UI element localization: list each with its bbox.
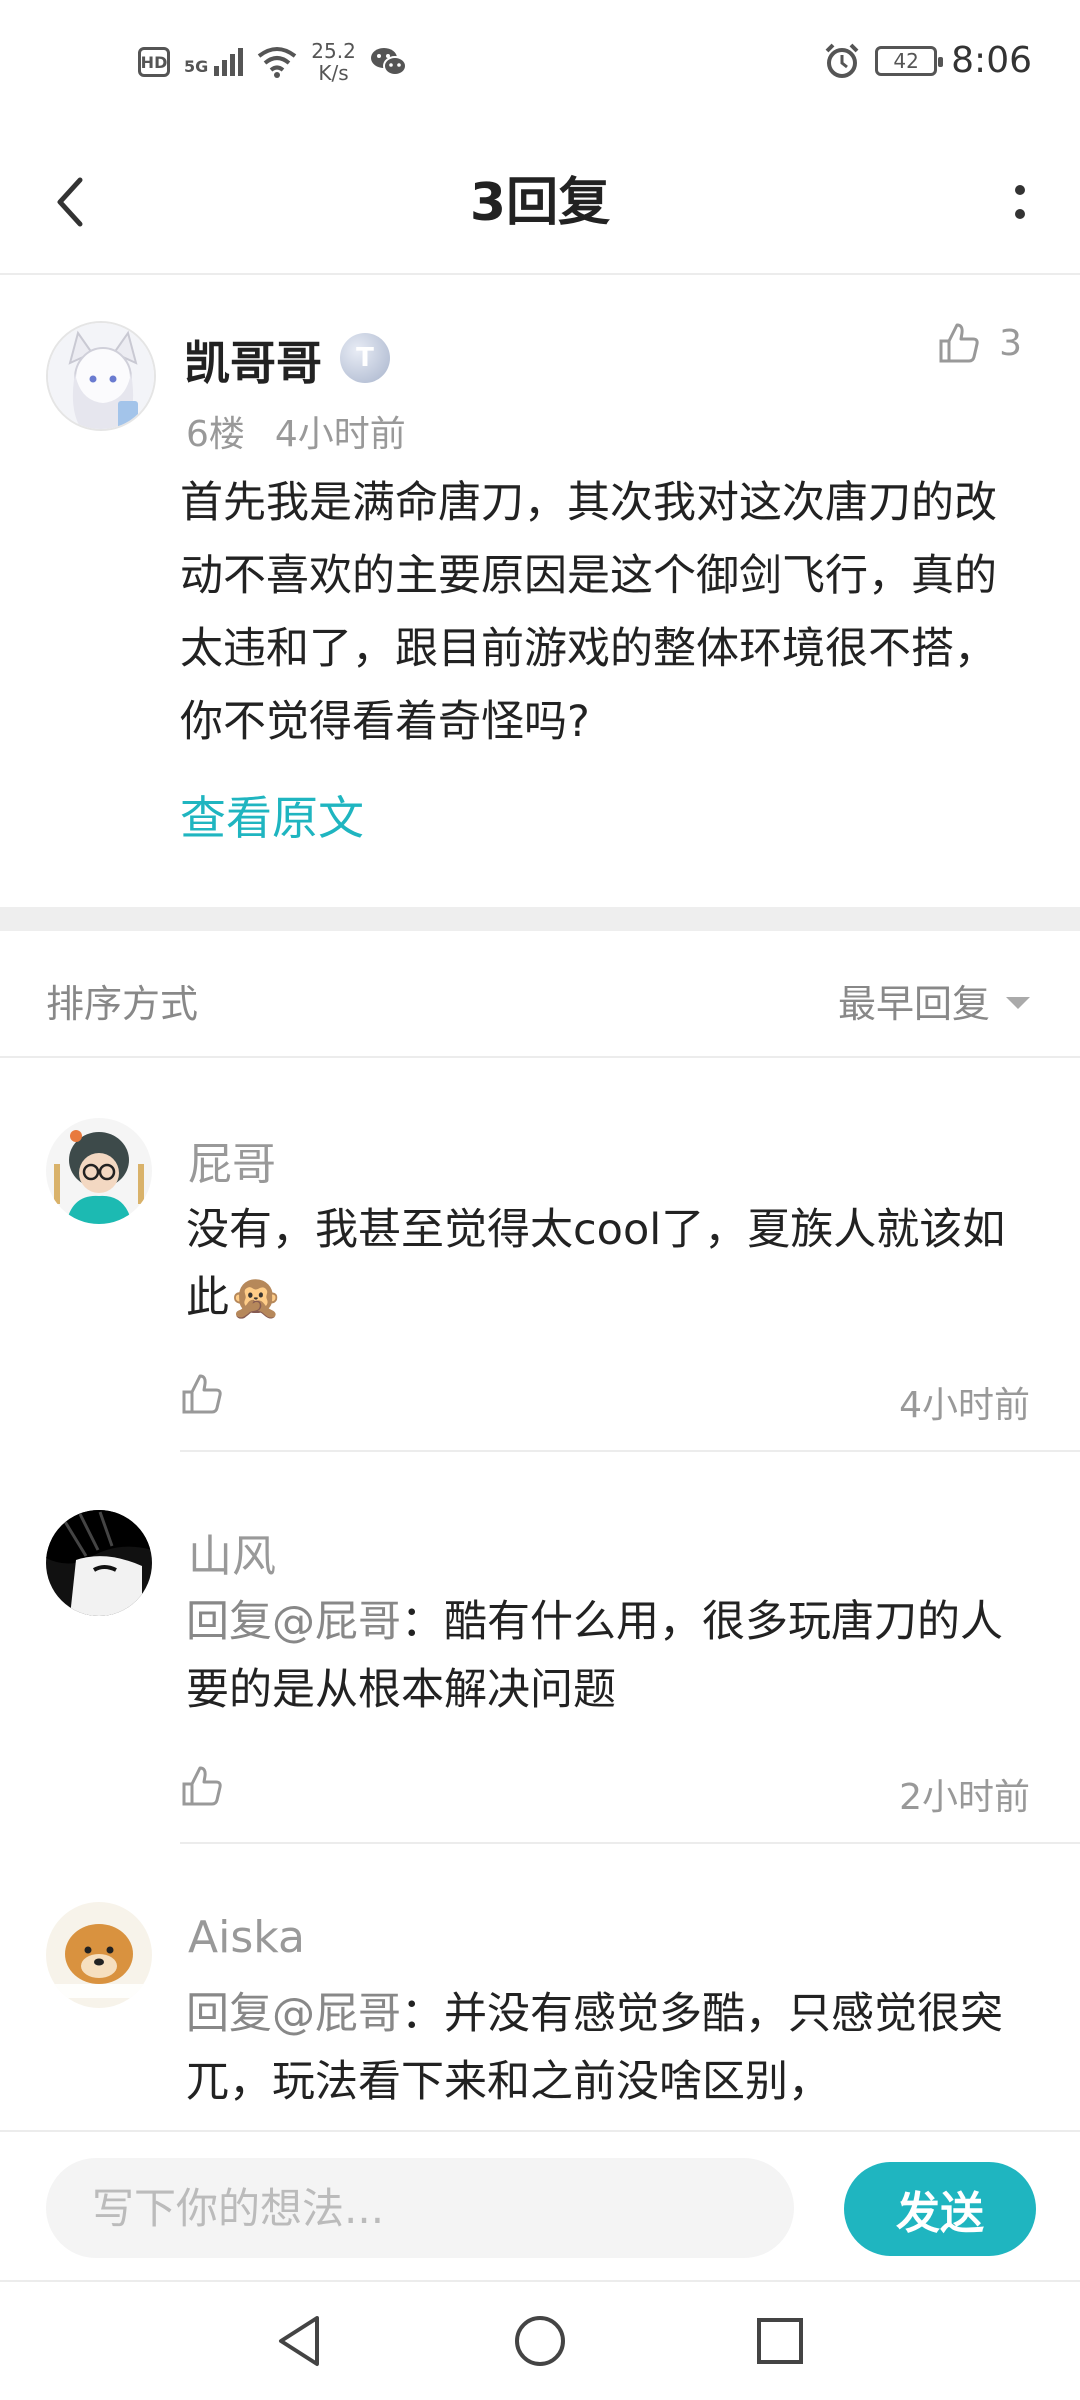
comment-meta: 6楼 4小时前	[186, 405, 406, 457]
thumb-up-icon	[182, 1374, 222, 1414]
wifi-icon	[258, 47, 297, 78]
sort-bar: 排序方式 最早回复	[0, 931, 1080, 1058]
more-button[interactable]	[990, 170, 1050, 234]
reply-time: 2小时前	[899, 1777, 1030, 1818]
title-bar: 3回复	[0, 130, 1080, 275]
nav-back-button[interactable]	[265, 2306, 335, 2376]
hd-icon: HD	[138, 47, 170, 77]
status-left: HD 5G 25.2 K/s	[138, 40, 408, 84]
net-speed-unit: K/s	[318, 61, 349, 85]
avatar-image	[48, 323, 154, 429]
comment-author[interactable]: 凯哥哥	[184, 327, 322, 393]
comment-time: 4小时前	[274, 414, 406, 455]
battery-icon: 42	[875, 45, 944, 76]
thumb-up-icon	[182, 1766, 222, 1806]
net-speed: 25.2 K/s	[311, 40, 356, 84]
net-speed-value: 25.2	[311, 39, 356, 63]
nav-home-button[interactable]	[505, 2306, 575, 2376]
send-button[interactable]: 发送	[844, 2162, 1036, 2256]
reply-item: Aiska 回复@屁哥：并没有感觉多酷，只感觉很突兀，玩法看下来和之前没啥区别，	[0, 1844, 1080, 2130]
comment-composer: 发送	[0, 2130, 1080, 2280]
level-badge: T	[340, 333, 390, 383]
reply-author[interactable]: Aiska	[188, 1912, 305, 1963]
reply-item: 山风 回复@屁哥：酷有什么用，很多玩唐刀的人要的是从根本解决问题 2小时前	[0, 1452, 1080, 1844]
status-right: 42 8:06	[823, 40, 1032, 81]
alarm-icon	[825, 43, 859, 78]
reply-text: 没有，我甚至觉得太cool了，夏族人就该如此🙊	[186, 1205, 1006, 1323]
system-nav-bar	[0, 2280, 1080, 2400]
avatar-image	[46, 1118, 152, 1224]
like-button[interactable]: 3	[937, 321, 1022, 365]
comment-input[interactable]	[46, 2158, 794, 2258]
thumb-up-icon	[939, 323, 979, 363]
nav-recents-icon	[757, 2318, 803, 2364]
sort-dropdown[interactable]: 最早回复	[838, 973, 1030, 1028]
more-vertical-icon	[1015, 185, 1025, 219]
reply-mention[interactable]: 回复@屁哥	[186, 1989, 401, 2039]
comment-text: 首先我是满命唐刀，其次我对这次唐刀的改动不喜欢的主要原因是这个御剑飞行，真的太违…	[180, 478, 997, 747]
wechat-icon	[370, 48, 407, 76]
like-count: 3	[999, 322, 1022, 364]
avatar[interactable]	[46, 1510, 152, 1616]
signal-label: 5G	[184, 57, 209, 76]
sort-label: 排序方式	[46, 982, 199, 1026]
avatar[interactable]	[46, 321, 156, 431]
main-comment: 凯哥哥 T 3 6楼 4小时前 首先我是满命唐刀，其次我对这次唐刀的改动不喜欢的…	[0, 277, 1080, 907]
like-button[interactable]	[180, 1372, 230, 1422]
nav-back-icon	[279, 2316, 319, 2366]
reply-text: 回复@屁哥：酷有什么用，很多玩唐刀的人要的是从根本解决问题	[186, 1588, 1016, 1724]
avatar-image	[46, 1902, 152, 2008]
avatar[interactable]	[46, 1118, 152, 1224]
reply-item: 屁哥 没有，我甚至觉得太cool了，夏族人就该如此🙊 4小时前	[0, 1060, 1080, 1452]
section-divider	[0, 907, 1080, 931]
nav-recents-button[interactable]	[745, 2306, 815, 2376]
reply-author[interactable]: 屁哥	[188, 1128, 276, 1192]
reply-text: 回复@屁哥：并没有感觉多酷，只感觉很突兀，玩法看下来和之前没啥区别，	[186, 1980, 1016, 2116]
sort-selected: 最早回复	[837, 982, 990, 1026]
view-original-link[interactable]: 查看原文	[180, 782, 364, 848]
avatar-image	[46, 1510, 152, 1616]
floor-number: 6楼	[186, 414, 245, 455]
reply-mention[interactable]: 回复@屁哥	[186, 1597, 401, 1647]
status-time: 8:06	[951, 40, 1032, 81]
reply-author[interactable]: 山风	[188, 1520, 276, 1584]
avatar[interactable]	[46, 1902, 152, 2008]
page-title: 3回复	[469, 173, 611, 233]
reply-time: 4小时前	[899, 1385, 1030, 1426]
status-bar: HD 5G 25.2 K/s 42 8:06	[0, 0, 1080, 130]
triangle-down-icon	[1006, 996, 1030, 1009]
like-button[interactable]	[180, 1764, 230, 1814]
signal-icon: 5G	[184, 48, 244, 76]
nav-home-icon	[515, 2316, 565, 2366]
